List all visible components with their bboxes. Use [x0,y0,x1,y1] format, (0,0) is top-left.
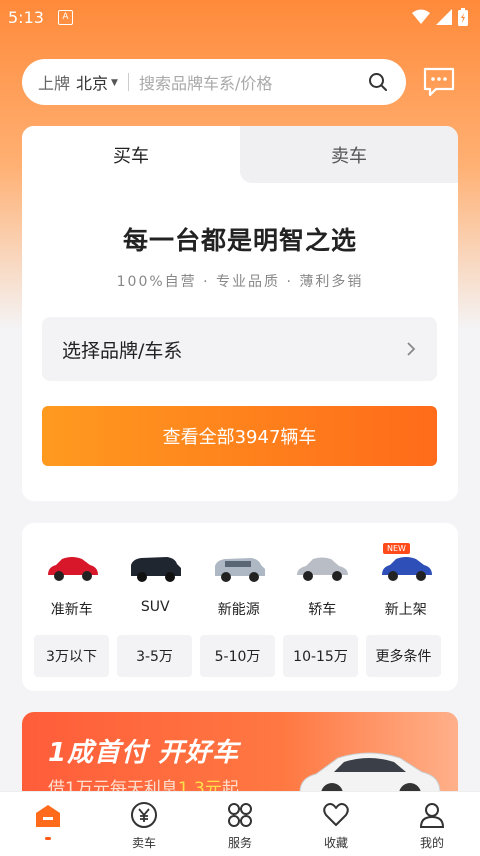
tab-bar: 买车 卖车 [22,126,458,183]
caret-down-icon: ▼ [111,78,118,88]
nav-label: 服务 [227,836,252,850]
nav-home[interactable] [0,792,96,856]
status-icons [412,8,468,26]
category-sedan[interactable]: 轿车 [281,551,365,619]
search-bar[interactable]: 上牌 北京 ▼ 搜索品牌车系/价格 [22,59,406,105]
car-icon [47,557,98,581]
signal-icon [436,9,452,25]
city-selector[interactable]: 北京 [76,70,108,94]
nav-profile[interactable]: 我的 [384,792,480,856]
search-row: 上牌 北京 ▼ 搜索品牌车系/价格 [22,59,462,105]
tab-buy[interactable]: 买车 [22,126,240,183]
category-new-listing[interactable]: NEW 新上架 [364,543,448,619]
category-card: 准新车 SUV 新能源 轿车 NEW 新上架 3万以下 3-5万 5-10万 1… [22,523,458,691]
battery-icon [458,8,468,26]
category-label: SUV [140,599,170,615]
search-icon[interactable] [360,64,396,100]
nav-label: 卖车 [131,836,156,850]
price-filter-row: 3万以下 3-5万 5-10万 10-15万 更多条件 [34,635,441,677]
plate-prefix: 上牌 [38,74,71,93]
nav-sell-car[interactable]: 卖车 [96,792,192,856]
category-label: 新上架 [384,602,427,618]
home-icon [36,805,60,827]
nav-favorites[interactable]: 收藏 [288,792,384,856]
category-near-new[interactable]: 准新车 [30,551,114,619]
price-filter-chip[interactable]: 3万以下 [34,635,109,677]
user-icon [419,803,445,828]
bottom-nav: 卖车 服务 收藏 我的 [0,791,480,856]
search-divider [127,73,129,91]
car-icon [297,557,349,581]
yen-icon [131,802,157,828]
nav-service[interactable]: 服务 [192,792,288,856]
category-row: 准新车 SUV 新能源 轿车 NEW 新上架 [22,543,458,619]
active-indicator [45,837,51,840]
price-filter-chip[interactable]: 10-15万 [283,635,358,677]
grid-icon [228,803,252,827]
nav-label: 我的 [419,836,444,850]
category-new-energy[interactable]: 新能源 [197,551,281,619]
category-label: 轿车 [308,602,337,618]
tab-sell[interactable]: 卖车 [240,126,458,183]
notification-icon: A [57,9,73,25]
search-input[interactable]: 搜索品牌车系/价格 [139,70,360,94]
message-button[interactable] [422,65,456,99]
price-filter-chip[interactable]: 5-10万 [200,635,275,677]
brand-select-label: 选择品牌/车系 [62,339,183,362]
headline: 每一台都是明智之选 [122,226,357,255]
chevron-right-icon [407,342,416,356]
price-filter-chip[interactable]: 3-5万 [117,635,192,677]
category-suv[interactable]: SUV [114,551,198,619]
car-icon [381,557,432,581]
category-label: 准新车 [50,602,93,618]
chat-bubble-icon [423,67,455,97]
promo-banner[interactable]: 1成首付 开好车 借1万元每天利息1.3元起 [22,712,458,802]
nav-label: 收藏 [323,836,348,850]
category-label: 新能源 [217,602,260,618]
new-badge: NEW [383,543,410,554]
buy-sell-card: 买车 卖车 每一台都是明智之选 100%自营 · 专业品质 · 薄利多销 选择品… [22,126,458,501]
view-all-cars-button[interactable]: 查看全部3947辆车 [42,406,437,466]
subline: 100%自营 · 专业品质 · 薄利多销 [116,274,364,290]
status-time: 5:13 [8,7,44,27]
heart-icon [323,803,349,826]
wifi-icon [412,9,430,24]
banner-title: 1成首付 开好车 [48,738,240,768]
more-filters-chip[interactable]: 更多条件 [366,635,441,677]
brand-select[interactable]: 选择品牌/车系 [42,317,437,381]
car-icon [214,558,265,582]
status-bar: 5:13 A [0,0,480,34]
car-icon [131,557,182,582]
